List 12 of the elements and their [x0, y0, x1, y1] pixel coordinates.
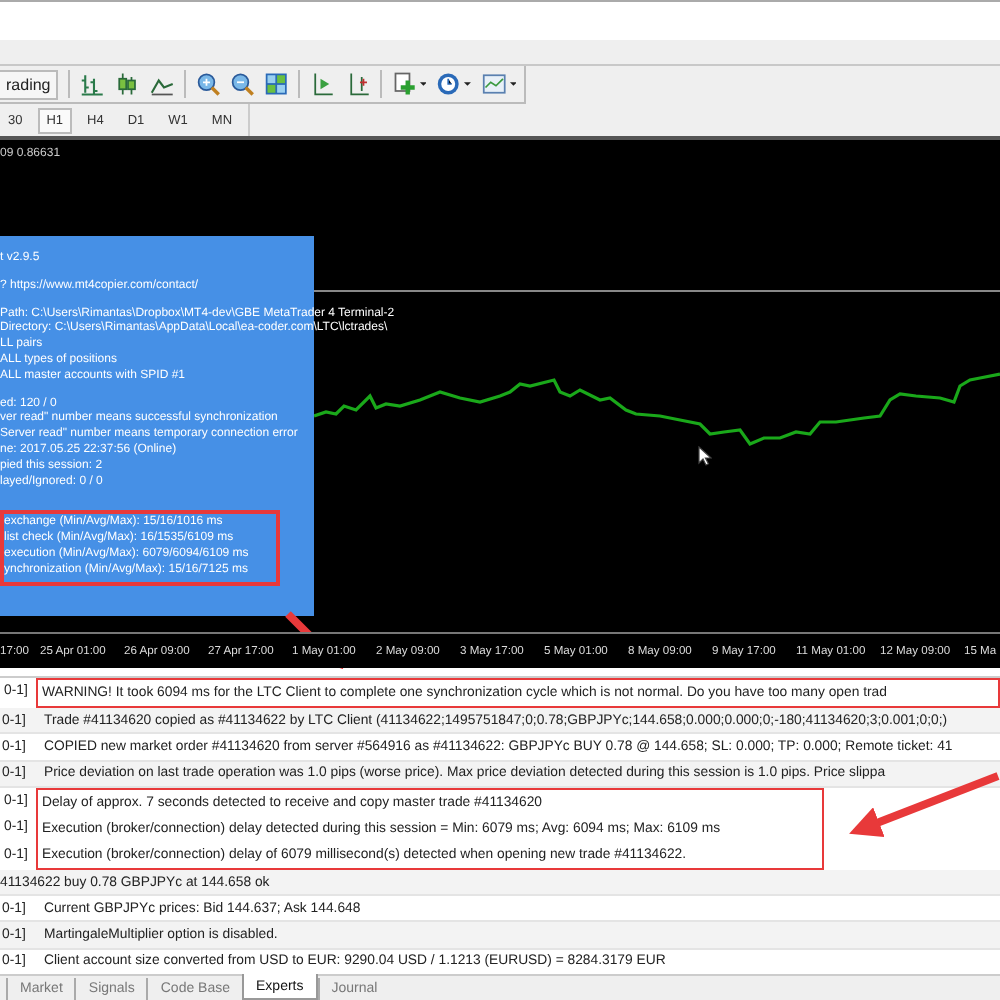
bar-chart-icon[interactable] — [80, 70, 105, 98]
zoom-out-icon[interactable] — [229, 70, 255, 98]
zoom-in-icon[interactable] — [195, 70, 220, 98]
auto-scroll-icon[interactable] — [310, 70, 336, 98]
clock-icon[interactable] — [436, 70, 472, 98]
template-icon[interactable] — [481, 70, 517, 98]
chart-shift-icon[interactable] — [345, 70, 370, 98]
autotrading-button[interactable]: rading — [0, 69, 59, 99]
candlestick-icon[interactable] — [114, 70, 140, 98]
new-chart-icon[interactable] — [391, 70, 427, 98]
mouse-pointer-icon — [698, 446, 712, 466]
tile-windows-icon[interactable] — [264, 70, 289, 98]
